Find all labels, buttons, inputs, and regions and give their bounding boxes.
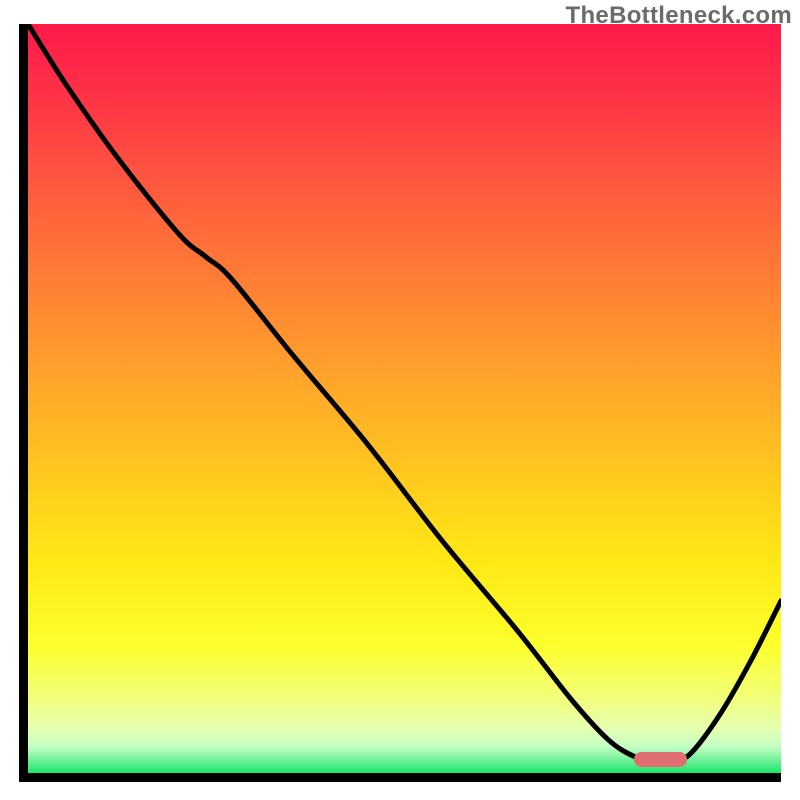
chart-container: TheBottleneck.com: [0, 0, 800, 800]
watermark-text: TheBottleneck.com: [566, 2, 792, 30]
chart-axes-frame: [19, 24, 781, 782]
